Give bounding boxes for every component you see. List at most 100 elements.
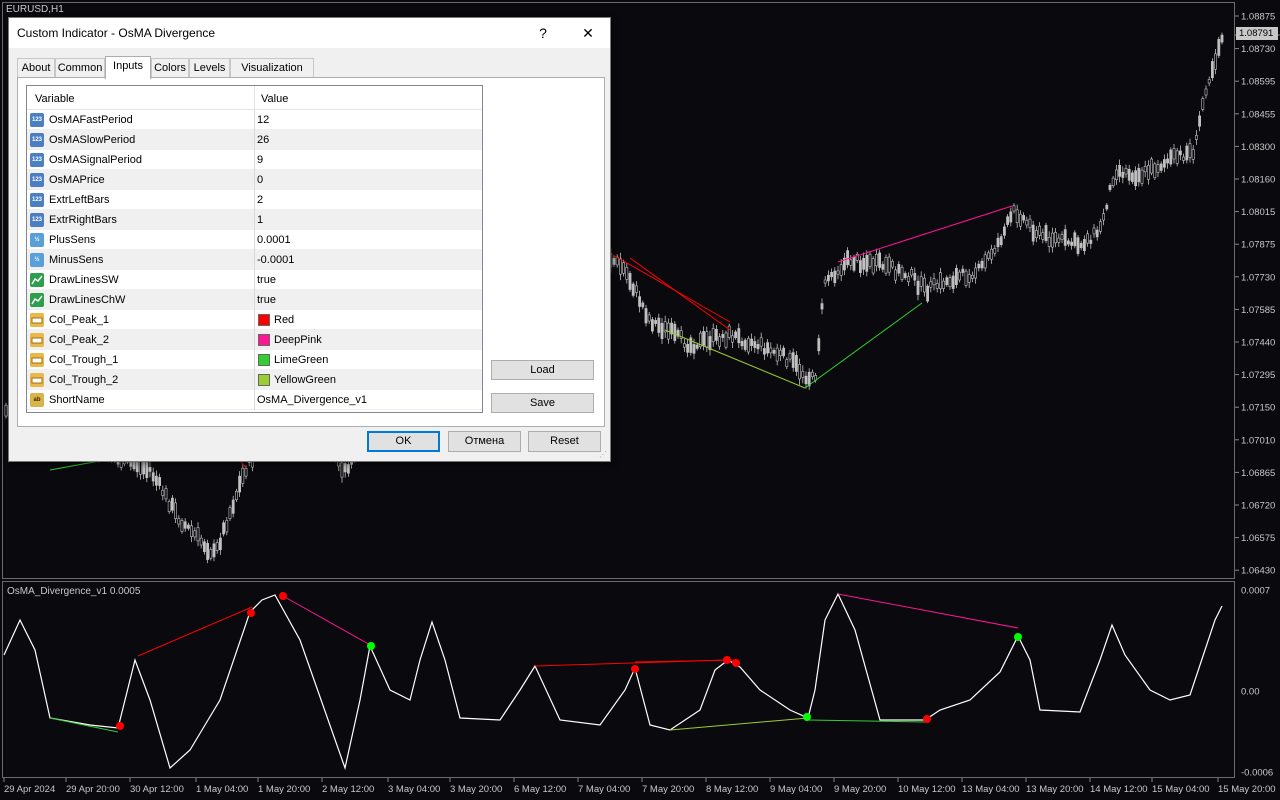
grid-row-osmafastperiod[interactable]: 123 OsMAFastPeriod 12 <box>27 110 482 130</box>
candle-body <box>974 267 978 279</box>
candle-body <box>833 270 837 283</box>
candle-body <box>647 314 651 322</box>
variable-value[interactable]: 12 <box>257 114 269 126</box>
candle-body <box>148 467 152 472</box>
integer-icon: 123 <box>30 213 44 227</box>
candle-body <box>954 267 958 285</box>
column-divider <box>254 210 255 230</box>
grid-row-minussens[interactable]: ½ MinusSens -0.0001 <box>27 250 482 270</box>
price-tick-label: 1.06430 <box>1241 566 1275 577</box>
color-swatch[interactable] <box>258 334 270 346</box>
candle-body <box>922 277 926 293</box>
variable-value[interactable]: -0.0001 <box>257 254 294 266</box>
variable-value[interactable]: DeepPink <box>274 334 322 346</box>
candle-body <box>222 522 226 535</box>
color-swatch[interactable] <box>258 354 270 366</box>
variable-value[interactable]: true <box>257 294 276 306</box>
osma-peak-line <box>282 595 373 647</box>
time-tick-label: 10 May 12:00 <box>898 784 956 795</box>
ok-button[interactable]: OK <box>367 431 440 452</box>
grid-row-osmaprice[interactable]: 123 OsMAPrice 0 <box>27 170 482 190</box>
dialog-titlebar[interactable]: Custom Indicator - OsMA Divergence ? ✕ <box>9 18 610 48</box>
column-divider <box>254 330 255 350</box>
grid-row-col-peak-1[interactable]: Col_Peak_1 Red <box>27 310 482 330</box>
candle-body <box>874 253 878 267</box>
candle-body <box>906 276 910 283</box>
candle-body <box>964 270 968 286</box>
grid-row-drawlinessw[interactable]: DrawLinesSW true <box>27 270 482 290</box>
candle-body <box>919 276 923 287</box>
candle-body <box>890 261 894 268</box>
help-button[interactable]: ? <box>521 18 565 48</box>
variable-value[interactable]: OsMA_Divergence_v1 <box>257 394 367 406</box>
header-variable[interactable]: Variable <box>35 93 75 105</box>
resize-grip-icon[interactable]: ⋰ <box>599 450 609 460</box>
cancel-button[interactable]: Отмена <box>448 431 521 452</box>
time-tick-label: 14 May 12:00 <box>1090 784 1148 795</box>
candle-body <box>180 520 184 532</box>
grid-row-col-peak-2[interactable]: Col_Peak_2 DeepPink <box>27 330 482 350</box>
candle-body <box>1124 168 1128 175</box>
price-tick-label: 1.08730 <box>1241 44 1275 55</box>
indicator-tick-label: -0.0006 <box>1241 768 1273 779</box>
grid-row-col-trough-1[interactable]: Col_Trough_1 LimeGreen <box>27 350 482 370</box>
candle-body <box>990 248 994 260</box>
grid-row-osmaslowperiod[interactable]: 123 OsMASlowPeriod 26 <box>27 130 482 150</box>
candle-body <box>778 349 782 356</box>
tab-levels[interactable]: Levels <box>189 58 230 78</box>
variable-value[interactable]: 9 <box>257 154 263 166</box>
color-swatch[interactable] <box>258 374 270 386</box>
variable-value[interactable]: LimeGreen <box>274 354 328 366</box>
column-divider <box>254 230 255 250</box>
save-button[interactable]: Save <box>491 393 594 413</box>
tab-visualization[interactable]: Visualization <box>230 58 314 78</box>
tab-about[interactable]: About <box>17 58 55 78</box>
candle-body <box>612 258 616 265</box>
candle-body <box>682 343 686 348</box>
grid-row-shortname[interactable]: ab ShortName OsMA_Divergence_v1 <box>27 390 482 410</box>
grid-row-extrleftbars[interactable]: 123 ExtrLeftBars 2 <box>27 190 482 210</box>
color-swatch[interactable] <box>258 314 270 326</box>
variable-value[interactable]: 0 <box>257 174 263 186</box>
variable-value[interactable]: Red <box>274 314 294 326</box>
inputs-grid[interactable]: Variable Value 123 OsMAFastPeriod 12 123 OsM… <box>26 85 483 413</box>
candle-body <box>762 348 766 355</box>
reset-button[interactable]: Reset <box>528 431 601 452</box>
candle-body <box>1067 240 1070 245</box>
tab-colors[interactable]: Colors <box>151 58 189 78</box>
candle-body <box>1143 165 1147 173</box>
osma-line <box>3 592 1223 771</box>
close-button[interactable]: ✕ <box>566 18 610 48</box>
candle-body <box>1140 169 1144 184</box>
grid-row-drawlineschw[interactable]: DrawLinesChW true <box>27 290 482 310</box>
grid-row-extrrightbars[interactable]: 123 ExtrRightBars 1 <box>27 210 482 230</box>
variable-value[interactable]: YellowGreen <box>274 374 336 386</box>
column-divider <box>254 170 255 190</box>
candle-body <box>692 344 696 354</box>
candle-body <box>852 256 856 271</box>
candle-body <box>884 256 888 274</box>
variable-value[interactable]: true <box>257 274 276 286</box>
candle-body <box>945 277 949 286</box>
candle-body <box>705 331 709 348</box>
load-button[interactable]: Load <box>491 360 594 380</box>
color-icon <box>30 333 44 347</box>
grid-row-col-trough-2[interactable]: Col_Trough_2 YellowGreen <box>27 370 482 390</box>
candle-body <box>209 549 213 559</box>
grid-row-plussens[interactable]: ½ PlusSens 0.0001 <box>27 230 482 250</box>
variable-name: ExtrLeftBars <box>49 194 110 206</box>
variable-name: Col_Trough_1 <box>49 354 119 366</box>
variable-value[interactable]: 0.0001 <box>257 234 291 246</box>
candle-body <box>1095 229 1099 238</box>
column-divider <box>254 310 255 330</box>
variable-value[interactable]: 26 <box>257 134 269 146</box>
grid-row-osmasignalperiod[interactable]: 123 OsMASignalPeriod 9 <box>27 150 482 170</box>
tab-inputs[interactable]: Inputs <box>105 56 151 79</box>
variable-value[interactable]: 1 <box>257 214 263 226</box>
tab-common[interactable]: Common <box>55 58 105 78</box>
variable-value[interactable]: 2 <box>257 194 263 206</box>
column-divider <box>254 270 255 290</box>
candle-body <box>766 342 770 354</box>
header-value[interactable]: Value <box>261 93 288 105</box>
variable-name: OsMASlowPeriod <box>49 134 136 146</box>
